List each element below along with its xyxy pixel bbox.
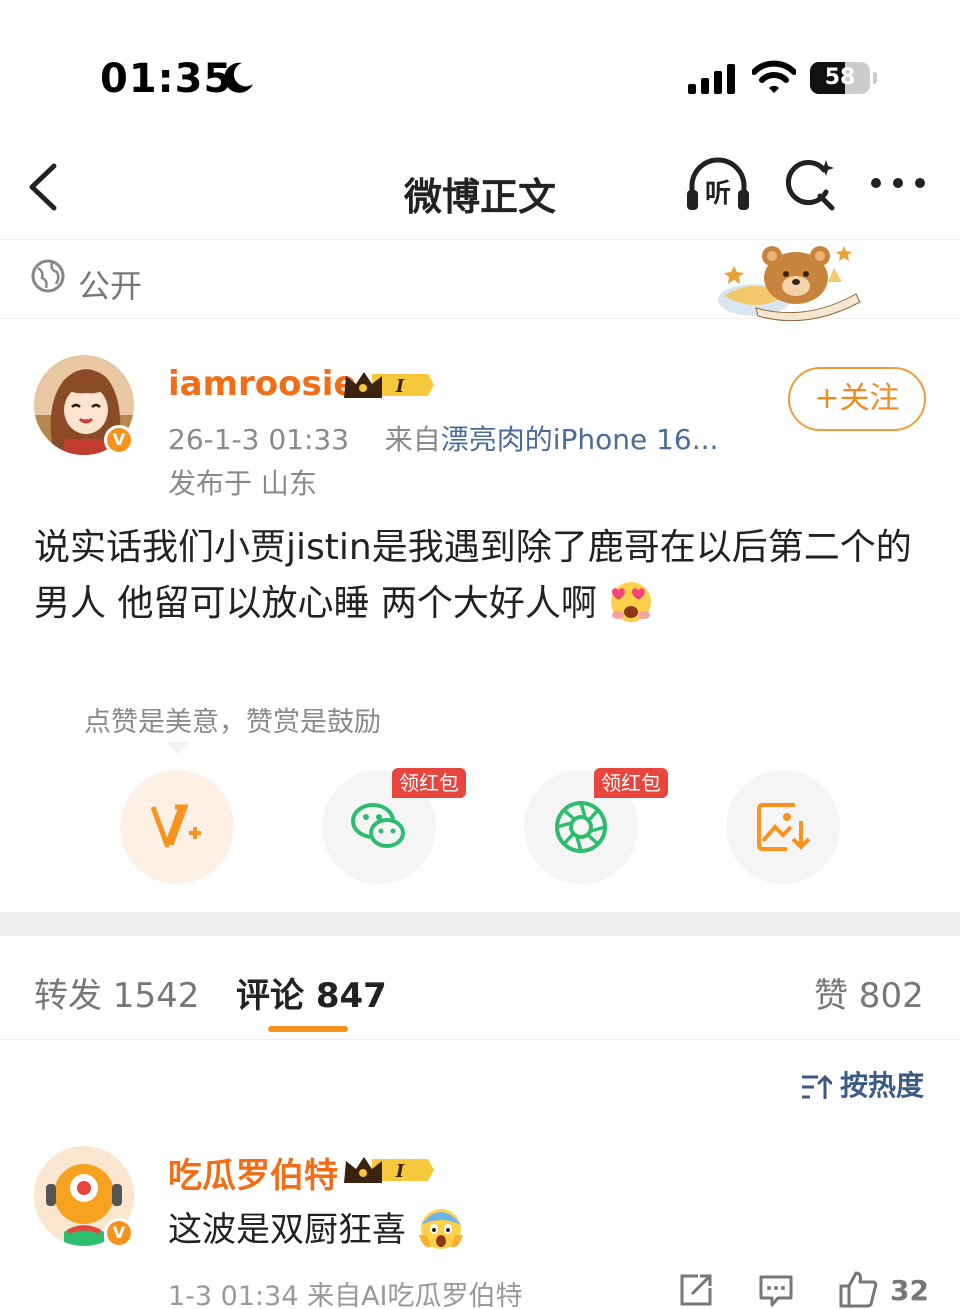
like-icon[interactable] xyxy=(838,1270,878,1308)
reward-tip: 点赞是美意，赞赏是鼓励 xyxy=(84,707,381,738)
reward-button[interactable] xyxy=(120,770,234,884)
comment-like-count[interactable]: 32 xyxy=(890,1274,929,1307)
heart-eyes-emoji-icon xyxy=(611,582,652,622)
red-packet-tag: 领红包 xyxy=(392,768,466,798)
battery-level: 58 xyxy=(824,65,856,90)
status-bar: 01:35 58 xyxy=(0,0,960,130)
screaming-emoji-icon xyxy=(418,1209,463,1249)
post-time: 26-1-3 01:33 xyxy=(168,423,350,456)
tip-caret xyxy=(166,742,190,754)
comment-text: 这波是双厨狂喜 xyxy=(168,1202,465,1253)
verified-icon: V xyxy=(104,425,134,455)
status-time: 01:35 xyxy=(100,56,233,102)
sort-label: 按热度 xyxy=(840,1069,925,1102)
tab-comments[interactable]: 评论 847 xyxy=(236,968,387,1017)
listen-icon[interactable]: 听 xyxy=(684,156,752,214)
battery-tip xyxy=(873,72,877,84)
verified-icon: V xyxy=(104,1218,134,1248)
moon-icon xyxy=(224,62,253,93)
active-tab-indicator xyxy=(268,1026,348,1032)
more-icon[interactable] xyxy=(868,176,928,190)
sort-button[interactable]: 按热度 xyxy=(800,1064,924,1104)
comment-meta: 1-3 01:34 来自AI吃瓜罗伯特 xyxy=(168,1281,523,1309)
post-source-prefix: 来自 xyxy=(384,423,441,456)
search-icon[interactable] xyxy=(782,158,838,214)
tabs-divider xyxy=(0,1039,960,1040)
author-username[interactable]: iamroosie xyxy=(168,364,356,404)
share-icon[interactable] xyxy=(678,1272,714,1308)
tab-likes[interactable]: 赞 802 xyxy=(814,968,924,1017)
moments-icon xyxy=(555,801,607,853)
save-image-icon xyxy=(757,803,811,851)
comment-body: 这波是双厨狂喜 xyxy=(168,1210,406,1250)
post-body: 说实话我们小贾jistin是我遇到除了鹿哥在以后第二个的男人 他留可以放心睡 两… xyxy=(34,527,912,624)
visibility-label: 公开 xyxy=(78,267,143,305)
globe-icon xyxy=(31,259,65,293)
battery-indicator: 58 xyxy=(810,62,870,94)
sort-icon xyxy=(802,1074,832,1099)
reward-v-icon xyxy=(150,804,201,848)
post-location: 发布于 山东 xyxy=(168,467,317,500)
red-packet-tag: 领红包 xyxy=(594,768,668,798)
save-image-button[interactable] xyxy=(726,770,840,884)
post-text: 说实话我们小贾jistin是我遇到除了鹿哥在以后第二个的男人 他留可以放心睡 两… xyxy=(34,520,934,632)
post-meta: 26-1-3 01:33 来自漂亮肉的iPhone 16... xyxy=(168,418,718,458)
bear-decoration-image xyxy=(718,246,861,322)
listen-label: 听 xyxy=(705,179,731,209)
wechat-icon xyxy=(351,803,405,848)
follow-button[interactable]: +关注 xyxy=(788,367,926,431)
tab-repost[interactable]: 转发 1542 xyxy=(34,968,199,1017)
vip-crown-icon[interactable]: I xyxy=(342,1153,434,1187)
comment-icon[interactable] xyxy=(758,1272,794,1308)
signal-icon xyxy=(688,64,735,94)
vip-level: I xyxy=(395,376,405,397)
post-source-link[interactable]: 漂亮肉的iPhone 16... xyxy=(441,423,719,456)
vip-level: I xyxy=(395,1161,405,1182)
commenter-username[interactable]: 吃瓜罗伯特 xyxy=(168,1148,338,1197)
vip-crown-icon[interactable]: I xyxy=(342,368,434,402)
section-divider xyxy=(0,912,960,936)
nav-bar: 微博正文 听 xyxy=(0,130,960,240)
wifi-icon xyxy=(752,60,796,93)
